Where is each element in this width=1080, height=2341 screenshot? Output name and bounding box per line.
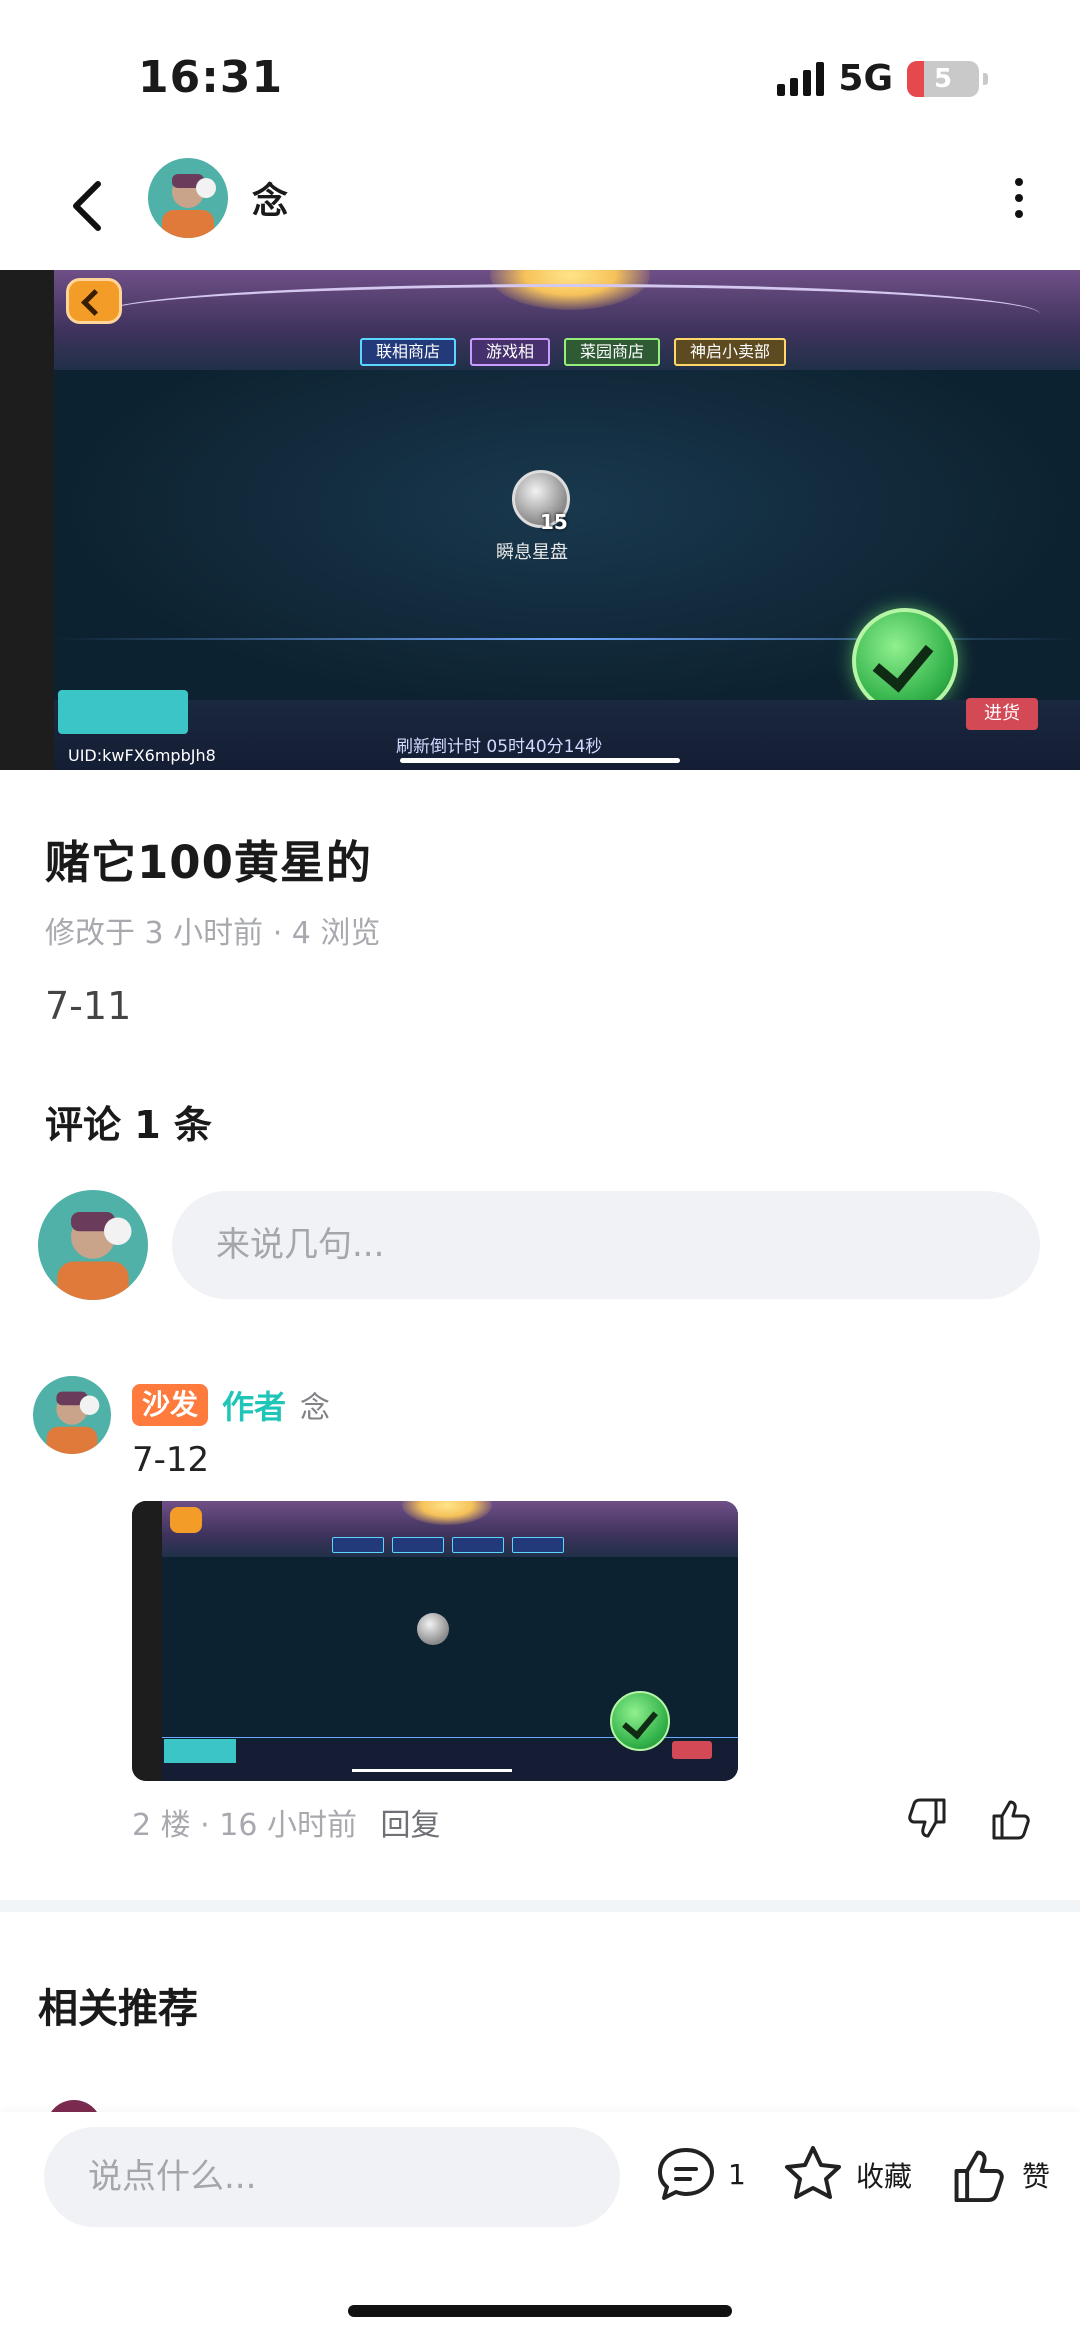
related-heading: 相关推荐: [38, 1986, 198, 2032]
post-title: 赌它100黄星的: [45, 836, 372, 889]
comment-header: 沙发 作者 念: [132, 1382, 330, 1428]
comment-bubble-icon: [658, 2148, 714, 2200]
image-side-bar: [0, 270, 54, 770]
star-icon: [785, 2146, 841, 2199]
signal-icon: [777, 61, 825, 96]
comment-image[interactable]: [132, 1501, 738, 1781]
thumbs-up-icon: [992, 1800, 1030, 1840]
game-back-icon: [170, 1507, 202, 1533]
author-avatar[interactable]: [148, 158, 228, 238]
dislike-button[interactable]: [902, 1794, 952, 1844]
star-disc-icon: [417, 1613, 449, 1645]
game-back-icon: [66, 278, 122, 324]
game-tab: 联相商店: [360, 338, 457, 366]
game-tab: 游戏相: [470, 338, 551, 366]
favorite-button[interactable]: 收藏: [780, 2142, 912, 2208]
game-tab: [392, 1537, 444, 1553]
game-badge: [58, 690, 188, 734]
more-button[interactable]: [1004, 172, 1034, 224]
checkmark-icon: [852, 608, 958, 714]
item-count: 15: [540, 510, 568, 534]
author-name[interactable]: 念: [252, 172, 288, 224]
chevron-left-icon: [73, 181, 101, 231]
game-badge: [164, 1739, 236, 1763]
sofa-badge: 沙发: [132, 1384, 209, 1426]
post-meta: 修改于 3 小时前 · 4 浏览: [45, 916, 381, 951]
say-something-input[interactable]: [44, 2127, 620, 2227]
status-indicators: 5G 5: [777, 58, 988, 99]
comment-floor-time: 2 楼 · 16 小时前: [132, 1808, 357, 1843]
item-label: 瞬息星盘: [496, 542, 568, 563]
comment-avatar[interactable]: [33, 1376, 111, 1454]
avatar-image: [33, 1376, 111, 1454]
vertical-dots-icon: [1015, 178, 1023, 218]
avatar-image: [38, 1190, 148, 1300]
battery-icon: 5: [907, 60, 979, 97]
favorite-label: 收藏: [856, 2160, 913, 2193]
author-tag: 作者: [222, 1388, 287, 1426]
comments-heading: 评论 1 条: [45, 1103, 212, 1147]
video-progress: [352, 1769, 512, 1772]
status-bar: 16:31 5G 5: [0, 0, 1080, 150]
comment-author-name[interactable]: 念: [300, 1383, 330, 1427]
status-time: 16:31: [138, 52, 284, 103]
reply-button[interactable]: 回复: [381, 1808, 441, 1843]
game-uid: UID:kwFX6mpbJh8: [68, 746, 216, 765]
comment-footer: 2 楼 · 16 小时前 回复: [132, 1800, 441, 1844]
game-shop-button: [672, 1741, 712, 1759]
game-shop-button: 进货: [966, 698, 1038, 730]
like-label: 赞: [1022, 2160, 1051, 2193]
comment-count: 1: [728, 2157, 746, 2191]
refresh-countdown: 刷新倒计时 05时40分14秒: [396, 737, 603, 757]
game-tabs: [332, 1537, 564, 1553]
post-body: 7-11: [45, 984, 132, 1028]
battery-level: 5: [933, 63, 953, 94]
checkmark-icon: [610, 1691, 670, 1751]
game-tab: 神启小卖部: [674, 338, 787, 366]
comment-text: 7-12: [132, 1440, 210, 1480]
game-tab: [512, 1537, 564, 1553]
section-divider: [0, 1900, 1080, 1912]
video-progress: [400, 758, 680, 763]
thumbs-down-icon: [908, 1798, 946, 1838]
home-indicator[interactable]: [348, 2305, 732, 2317]
game-tab: [452, 1537, 504, 1553]
game-tab: 菜园商店: [564, 338, 661, 366]
network-type: 5G: [838, 58, 893, 99]
top-nav: 念: [0, 150, 1080, 270]
comment-count-button[interactable]: 1: [654, 2142, 746, 2206]
my-avatar: [38, 1190, 148, 1300]
comment-input[interactable]: [172, 1191, 1040, 1299]
game-tab: [332, 1537, 384, 1553]
comment-like-button[interactable]: [986, 1794, 1036, 1844]
game-tabs: 联相商店 游戏相 菜园商店 神启小卖部: [360, 338, 787, 366]
post-image[interactable]: 联相商店 游戏相 菜园商店 神启小卖部 15 瞬息星盘 UID:kwFX6mpb…: [0, 270, 1080, 770]
thumbs-up-icon: [954, 2150, 1004, 2203]
avatar-image: [148, 158, 228, 238]
back-button[interactable]: [60, 170, 120, 240]
battery-tip: [983, 72, 988, 85]
like-button[interactable]: 赞: [946, 2142, 1050, 2208]
image-side-bar: [132, 1501, 162, 1781]
